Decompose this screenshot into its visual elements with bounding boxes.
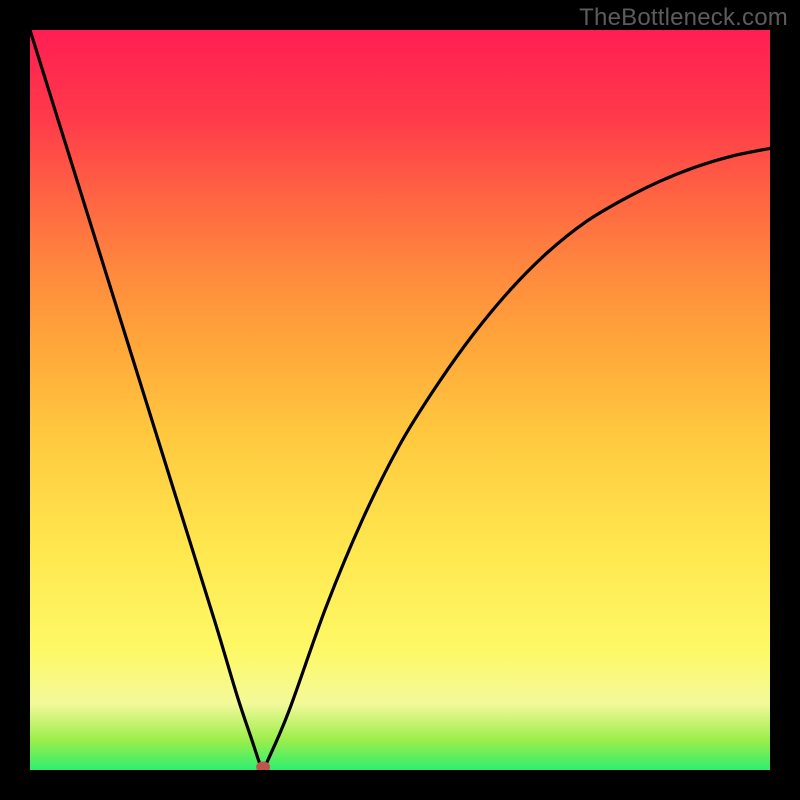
bottleneck-curve xyxy=(30,30,770,770)
attribution-text: TheBottleneck.com xyxy=(579,4,788,32)
chart-frame: TheBottleneck.com xyxy=(0,0,800,800)
plot-area xyxy=(30,30,770,770)
curve-layer xyxy=(30,30,770,770)
